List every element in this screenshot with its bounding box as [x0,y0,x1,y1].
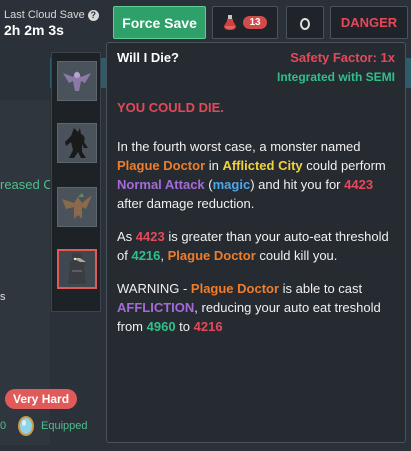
monster-slot-3[interactable] [57,187,97,227]
ring-button[interactable] [286,6,324,39]
cloud-save-info: Last Cloud Save ? 2h 2m 3s [4,9,99,38]
spell-name: AFFLICTION [117,300,195,315]
worst-case-text-1: In the fourth worst case, a monster name… [117,139,361,154]
monster-name: Plague Doctor [117,158,206,173]
monster-name: Plague Doctor [190,281,280,296]
background-stat-text: reased C [0,177,50,192]
help-icon[interactable]: ? [87,9,99,21]
plague-doctor-icon [68,253,86,284]
monster-slot-1[interactable] [57,61,97,101]
threshold-text-3: , [160,248,168,263]
dragon-purple-icon [63,71,91,91]
monster-name: Plague Doctor [167,248,256,263]
wyvern-icon [62,193,92,219]
threshold-to: 4216 [193,319,223,334]
attack-style: magic [212,177,251,192]
mirror-shield-icon [16,415,36,442]
threshold-text-1: As [117,229,136,244]
ring-icon [300,17,310,30]
damage-value: 4423 [135,229,165,244]
tooltip-title: Will I Die? [117,50,179,65]
threshold-paragraph: As 4423 is greater than your auto-eat th… [117,227,399,265]
difficulty-badge: Very Hard [5,389,78,409]
monster-slot-2[interactable] [57,123,97,163]
background-count-text: 0 [0,420,7,432]
will-i-die-tooltip: Will I Die? Safety Factor: 1x Integrated… [106,42,406,443]
affliction-text-2: is able to cast [279,281,363,296]
monster-slot-4[interactable] [57,249,97,289]
affliction-text-1: WARNING - [117,281,191,296]
affliction-warning-paragraph: WARNING - Plague Doctor is able to cast … [117,279,399,336]
worst-case-paragraph: In the fourth worst case, a monster name… [117,137,399,213]
damage-value: 4423 [344,177,374,192]
attack-name: Normal Attack [117,177,205,192]
threshold-text-4: could kill you. [255,248,338,263]
death-warning-heading: YOU COULD DIE. [117,100,224,115]
worst-case-text-3: could perform [302,158,386,173]
threshold-from: 4960 [146,319,176,334]
affliction-text-4: to [175,319,194,334]
monster-list [51,52,101,312]
worst-case-text-6: after damage reduction. [117,196,255,211]
equipped-label: Equipped [41,420,88,432]
potion-count-badge: 13 [243,16,267,29]
tooltip-body: YOU COULD DIE. In the fourth worst case,… [117,98,399,350]
potion-icon [224,14,237,30]
semi-integration-label: Integrated with SEMI [276,70,395,84]
worst-case-text-5: ) and hit you for [250,177,345,192]
last-cloud-save-label: Last Cloud Save ? [4,9,99,21]
worst-case-text-4: ( [204,177,213,192]
werewolf-icon [65,128,88,158]
last-cloud-save-text: Last Cloud Save [4,9,85,21]
danger-button[interactable]: DANGER [330,6,408,39]
background-label-text: s [0,291,6,303]
potion-button[interactable]: 13 [212,6,278,39]
force-save-button[interactable]: Force Save [113,6,206,39]
safety-factor: Safety Factor: 1x [290,50,395,65]
auto-eat-threshold: 4216 [131,248,161,263]
worst-case-text-2: in [205,158,223,173]
last-cloud-save-time: 2h 2m 3s [4,22,64,38]
area-name: Afflicted City [222,158,303,173]
top-bar: Last Cloud Save ? 2h 2m 3s Force Save 13… [0,0,411,40]
